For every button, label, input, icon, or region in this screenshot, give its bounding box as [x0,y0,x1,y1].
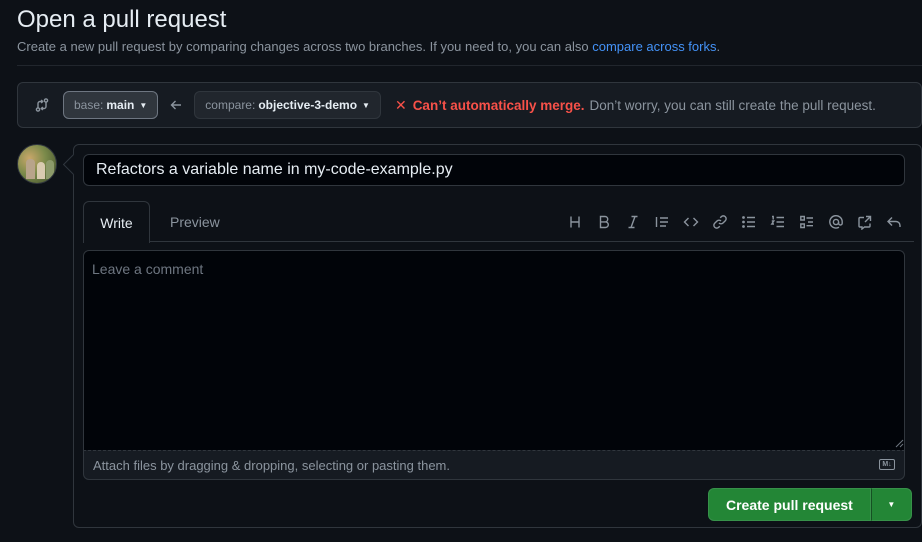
link-icon[interactable] [705,208,734,236]
unordered-list-icon[interactable] [734,208,763,236]
editor-tabs: Write Preview [83,201,914,243]
arrow-left-icon [169,98,183,112]
create-pull-request-button[interactable]: Create pull request [708,488,871,521]
caret-down-icon: ▼ [139,100,148,110]
caret-down-icon: ▼ [362,100,370,110]
base-key: base: [74,98,104,112]
resize-grip-icon[interactable] [894,438,904,448]
heading-icon[interactable] [560,208,589,236]
header-divider [17,65,922,66]
create-pr-group: Create pull request ▼ [708,488,912,521]
markdown-toolbar [560,201,908,242]
merge-error-text: Can’t automatically merge. [412,97,585,113]
caret-down-icon: ▼ [887,500,896,509]
compare-value: objective-3-demo [258,98,358,112]
compare-key: compare: [205,98,256,112]
markdown-icon[interactable]: M↓ [879,459,895,470]
code-icon[interactable] [676,208,705,236]
subtitle-end: . [716,39,721,54]
ordered-list-icon[interactable] [763,208,792,236]
compare-branch-select[interactable]: compare: objective-3-demo ▼ [194,91,381,119]
quote-icon[interactable] [647,208,676,236]
merge-note-text: Don’t worry, you can still create the pu… [589,97,876,113]
reference-icon[interactable] [850,208,879,236]
create-options-dropdown[interactable]: ▼ [870,488,912,521]
task-list-icon[interactable] [792,208,821,236]
italic-icon[interactable] [618,208,647,236]
range-editor: base: main ▼ compare: objective-3-demo ▼… [17,82,922,128]
git-compare-icon [34,97,50,113]
tab-preview[interactable]: Preview [170,201,220,242]
base-value: main [106,98,135,112]
compare-across-forks-link[interactable]: compare across forks [592,39,716,54]
pull-request-form: Write Preview Attach files by dragging &… [73,144,922,528]
title-input[interactable] [83,154,905,186]
x-icon: ✕ [394,96,407,113]
merge-status: ✕ Can’t automatically merge. Don’t worry… [395,97,876,114]
attach-text: Attach files by dragging & dropping, sel… [93,457,450,473]
reply-icon[interactable] [879,208,908,236]
tab-write[interactable]: Write [83,201,150,243]
subtitle-text: Create a new pull request by comparing c… [17,39,593,54]
page-title: Open a pull request [17,6,227,33]
comment-textarea[interactable] [83,250,905,450]
avatar[interactable] [17,144,57,184]
page-subtitle: Create a new pull request by comparing c… [17,39,720,54]
base-branch-select[interactable]: base: main ▼ [63,91,159,119]
file-attachment-bar[interactable]: Attach files by dragging & dropping, sel… [83,450,905,480]
mention-icon[interactable] [821,208,850,236]
bold-icon[interactable] [589,208,618,236]
